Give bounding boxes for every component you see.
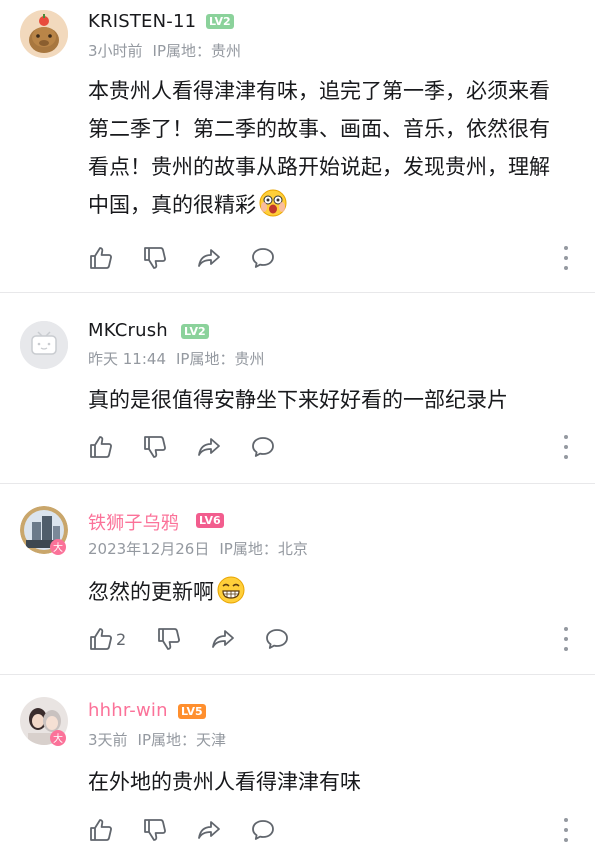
level-badge: LV5 <box>178 704 206 719</box>
comment-item: KRISTEN-11 LV2 3小时前 IP属地：贵州 本贵州人看得津津有味，追完… <box>0 0 595 293</box>
comment-text-content: 在外地的贵州人看得津津有味 <box>88 770 361 794</box>
reply-button[interactable] <box>250 432 304 462</box>
comment-text-content: 本贵州人看得津津有味，追完了第一季，必须来看第二季了！第二季的故事、画面、音乐，… <box>88 79 550 217</box>
comment-item: 大 铁狮子乌鸦 LV6 2023年12月26日 IP属地：北京 忽然的更新啊 2 <box>0 484 595 675</box>
dislike-button[interactable] <box>142 432 196 462</box>
thumbs-down-icon <box>144 247 166 269</box>
thumbs-down-icon <box>144 819 166 841</box>
thumbs-up-icon <box>90 819 112 841</box>
more-options-button[interactable] <box>561 627 571 651</box>
thumbs-up-icon <box>90 436 112 458</box>
more-options-button[interactable] <box>561 246 571 270</box>
avatar[interactable] <box>20 321 68 369</box>
share-icon <box>198 438 220 456</box>
dislike-button[interactable] <box>156 624 210 654</box>
ip-location: IP属地：北京 <box>219 540 308 558</box>
comment-bubble-icon <box>252 248 274 268</box>
like-button[interactable] <box>88 243 142 273</box>
comment-text: 在外地的贵州人看得津津有味 <box>88 763 568 801</box>
comment-item: MKCrush LV2 昨天 11:44 IP属地：贵州 真的是很值得安静坐下来好… <box>0 293 595 484</box>
comment-meta: 3小时前 IP属地：贵州 <box>88 40 241 61</box>
reply-button[interactable] <box>250 243 304 273</box>
share-button[interactable] <box>196 815 250 845</box>
ip-location: IP属地：贵州 <box>176 350 265 368</box>
level-badge: LV2 <box>206 14 234 29</box>
like-button[interactable]: 2 <box>88 624 156 654</box>
svg-text:大: 大 <box>53 541 63 554</box>
comment-meta: 2023年12月26日 IP属地：北京 <box>88 538 308 559</box>
more-dot-icon <box>564 627 568 631</box>
comment-time: 3天前 <box>88 731 128 749</box>
capybara-avatar-icon <box>20 10 68 58</box>
dislike-button[interactable] <box>142 815 196 845</box>
share-icon <box>212 630 234 648</box>
thumbs-up-icon <box>90 247 112 269</box>
username[interactable]: hhhr-win <box>88 700 168 721</box>
comment-time: 昨天 11:44 <box>88 350 166 368</box>
more-dot-icon <box>564 637 568 641</box>
dislike-button[interactable] <box>142 243 196 273</box>
comment-item: 大 hhhr-win LV5 3天前 IP属地：天津 在外地的贵州人看得津津有味 <box>0 675 595 863</box>
reply-button[interactable] <box>250 815 304 845</box>
thumbs-down-icon <box>144 436 166 458</box>
comment-text-content: 真的是很值得安静坐下来好好看的一部纪录片 <box>88 388 508 412</box>
share-button[interactable] <box>210 624 264 654</box>
username[interactable]: 铁狮子乌鸦 <box>88 509 179 535</box>
share-icon <box>198 249 220 267</box>
comment-meta: 3天前 IP属地：天津 <box>88 729 226 750</box>
more-dot-icon <box>564 818 568 822</box>
comment-time: 2023年12月26日 <box>88 540 210 558</box>
level-badge: LV6 <box>196 513 224 528</box>
comment-text: 忽然的更新啊 <box>88 573 568 611</box>
comment-bubble-icon <box>252 820 274 840</box>
reply-button[interactable] <box>264 624 318 654</box>
share-button[interactable] <box>196 432 250 462</box>
level-badge: LV2 <box>181 324 209 339</box>
more-options-button[interactable] <box>561 435 571 459</box>
ip-location: IP属地：天津 <box>137 731 227 749</box>
thumbs-up-icon <box>90 628 112 650</box>
more-dot-icon <box>564 266 568 270</box>
more-dot-icon <box>564 256 568 260</box>
comment-bubble-icon <box>252 437 274 457</box>
comment-text-content: 忽然的更新啊 <box>88 580 214 604</box>
ip-location: IP属地：贵州 <box>152 42 242 60</box>
vip-badge-icon: 大 <box>50 730 66 746</box>
comment-actions <box>88 243 304 273</box>
comment-text: 本贵州人看得津津有味，追完了第一季，必须来看第二季了！第二季的故事、画面、音乐，… <box>88 72 568 224</box>
comment-bubble-icon <box>266 629 288 649</box>
more-dot-icon <box>564 647 568 651</box>
more-dot-icon <box>564 435 568 439</box>
more-options-button[interactable] <box>561 818 571 842</box>
comment-actions <box>88 815 304 845</box>
grinning-emoji-icon <box>217 576 245 604</box>
username[interactable]: KRISTEN-11 <box>88 11 196 32</box>
like-button[interactable] <box>88 815 142 845</box>
thumbs-down-icon <box>158 628 180 650</box>
share-button[interactable] <box>196 243 250 273</box>
default-tv-avatar-icon <box>20 321 68 369</box>
comment-actions <box>88 432 304 462</box>
like-count: 2 <box>116 629 127 649</box>
like-button[interactable] <box>88 432 142 462</box>
username[interactable]: MKCrush <box>88 320 168 341</box>
more-dot-icon <box>564 445 568 449</box>
svg-text:大: 大 <box>53 732 63 745</box>
avatar[interactable] <box>20 10 68 58</box>
vip-badge-icon: 大 <box>50 539 66 555</box>
comment-time: 3小时前 <box>88 42 143 60</box>
comment-actions: 2 <box>88 624 318 654</box>
scared-face-emoji-icon <box>259 189 287 217</box>
comment-text: 真的是很值得安静坐下来好好看的一部纪录片 <box>88 381 568 419</box>
more-dot-icon <box>564 455 568 459</box>
share-icon <box>198 821 220 839</box>
comment-meta: 昨天 11:44 IP属地：贵州 <box>88 348 264 369</box>
more-dot-icon <box>564 246 568 250</box>
more-dot-icon <box>564 838 568 842</box>
more-dot-icon <box>564 828 568 832</box>
